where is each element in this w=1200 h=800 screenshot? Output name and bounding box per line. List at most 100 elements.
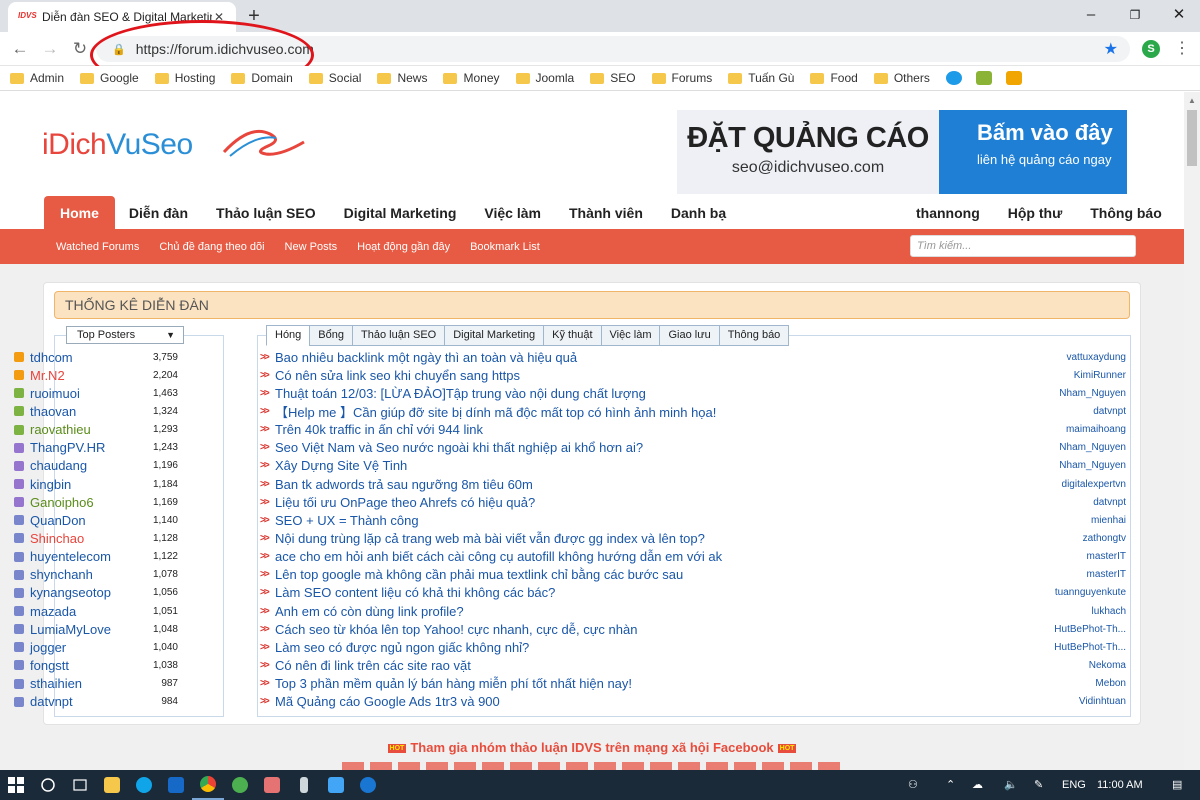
site-logo[interactable]: iDichVuSeo <box>42 128 305 162</box>
bookmark-folder[interactable]: Food <box>810 67 858 89</box>
skype-icon[interactable] <box>128 770 160 800</box>
maximize-button[interactable]: ❐ <box>1120 4 1150 26</box>
nav-digital-marketing[interactable]: Digital Marketing <box>330 196 471 230</box>
poster-name[interactable]: tdhcom <box>30 350 134 365</box>
subnav-watched-forums[interactable]: Watched Forums <box>46 241 149 253</box>
poster-name[interactable]: ruoimuoi <box>30 386 134 401</box>
poster-row[interactable]: Ganoipho6 1,169 <box>14 493 178 511</box>
topic-tab[interactable]: Thông báo <box>718 325 790 346</box>
app-bookmark-icon[interactable] <box>975 71 992 85</box>
subnav-recent-activity[interactable]: Hoạt động gần đây <box>347 241 460 253</box>
tray-chevron-icon[interactable]: ⌃ <box>946 770 955 800</box>
topic-title[interactable]: Có nên đi link trên các site rao vặt <box>275 658 956 673</box>
topic-author[interactable]: datvnpt <box>956 497 1126 508</box>
extension-icon[interactable]: S <box>1142 40 1160 58</box>
topic-author[interactable]: Nham_Nguyen <box>956 388 1126 399</box>
bookmark-folder[interactable]: Google <box>80 67 139 89</box>
app-blue-icon[interactable] <box>320 770 352 800</box>
office-bookmark-icon[interactable] <box>1005 71 1022 85</box>
poster-row[interactable]: kynangseotop 1,056 <box>14 584 178 602</box>
poster-name[interactable]: chaudang <box>30 458 134 473</box>
poster-row[interactable]: sthaihien 987 <box>14 675 178 693</box>
poster-row[interactable]: LumiaMyLove 1,048 <box>14 620 178 638</box>
cloud-bookmark-icon[interactable] <box>945 71 962 85</box>
poster-name[interactable]: ThangPV.HR <box>30 440 134 455</box>
poster-row[interactable]: QuanDon 1,140 <box>14 511 178 529</box>
scroll-up-icon[interactable]: ▲ <box>1188 96 1196 105</box>
topic-author[interactable]: Mebon <box>956 678 1126 689</box>
topic-title[interactable]: Ban tk adwords trả sau ngưỡng 8m tiêu 60… <box>275 477 956 492</box>
topic-tab[interactable]: Kỹ thuật <box>543 325 601 346</box>
paint-icon[interactable] <box>256 770 288 800</box>
bookmark-folder[interactable]: Others <box>873 67 930 89</box>
poster-name[interactable]: mazada <box>30 604 134 619</box>
topic-title[interactable]: Anh em có còn dùng link profile? <box>275 604 956 619</box>
bookmark-folder[interactable]: Forums <box>651 67 712 89</box>
ad-banner[interactable]: ĐẶT QUẢNG CÁO seo@idichvuseo.com Bấm vào… <box>677 110 1127 194</box>
forward-button[interactable]: → <box>38 38 62 60</box>
poster-name[interactable]: jogger <box>30 640 134 655</box>
topic-title[interactable]: 【Help me 】Cần giúp đỡ site bị dính mã độ… <box>275 402 956 421</box>
microphone-icon[interactable] <box>288 770 320 800</box>
zalo-icon[interactable] <box>352 770 384 800</box>
poster-name[interactable]: Mr.N2 <box>30 368 134 383</box>
poster-row[interactable]: Shinchao 1,128 <box>14 529 178 547</box>
topic-author[interactable]: Nekoma <box>956 660 1126 671</box>
poster-name[interactable]: kynangseotop <box>30 585 134 600</box>
topic-title[interactable]: Bao nhiêu backlink một ngày thì an toàn … <box>275 350 956 365</box>
poster-row[interactable]: raovathieu 1,293 <box>14 421 178 439</box>
back-button[interactable]: ← <box>8 38 32 60</box>
topic-tab[interactable]: Việc làm <box>600 325 660 346</box>
close-window-button[interactable]: ✕ <box>1164 4 1194 26</box>
people-icon[interactable]: ⚇ <box>908 770 918 800</box>
poster-name[interactable]: LumiaMyLove <box>30 622 134 637</box>
poster-name[interactable]: datvnpt <box>30 694 134 709</box>
nav-seo-discussion[interactable]: Thảo luận SEO <box>202 196 330 230</box>
topic-title[interactable]: Có nên sửa link seo khi chuyển sang http… <box>275 368 956 383</box>
poster-name[interactable]: raovathieu <box>30 422 134 437</box>
bookmark-folder[interactable]: Social <box>308 67 361 89</box>
nav-members[interactable]: Thành viên <box>555 196 657 230</box>
poster-row[interactable]: mazada 1,051 <box>14 602 178 620</box>
minimize-button[interactable]: – <box>1076 4 1106 26</box>
topic-title[interactable]: Làm seo có được ngủ ngon giấc không nhỉ? <box>275 640 956 655</box>
clock[interactable]: 11:00 AM <box>1097 770 1143 800</box>
top-posters-select[interactable]: Top Posters ▼ <box>66 326 184 344</box>
bookmark-folder[interactable]: Domain <box>231 67 293 89</box>
topic-title[interactable]: ace cho em hỏi anh biết cách cài công cụ… <box>275 549 956 564</box>
poster-row[interactable]: jogger 1,040 <box>14 638 178 656</box>
topic-title[interactable]: Cách seo từ khóa lên top Yahoo! cực nhan… <box>275 622 956 637</box>
topic-author[interactable]: zathongtv <box>956 533 1126 544</box>
subnav-new-posts[interactable]: New Posts <box>275 241 348 253</box>
browser-menu-icon[interactable]: ⋮ <box>1172 38 1192 60</box>
topic-author[interactable]: datvnpt <box>956 406 1126 417</box>
topic-title[interactable]: Trên 40k traffic in ấn chỉ với 944 link <box>275 422 956 437</box>
poster-name[interactable]: Ganoipho6 <box>30 495 134 510</box>
file-explorer-icon[interactable] <box>96 770 128 800</box>
topic-author[interactable]: HutBePhot-Th... <box>956 642 1126 653</box>
nav-jobs[interactable]: Việc làm <box>470 196 555 230</box>
bookmark-folder[interactable]: Admin <box>10 67 64 89</box>
topic-author[interactable]: lukhach <box>956 606 1126 617</box>
start-button[interactable] <box>0 770 32 800</box>
search-icon[interactable] <box>32 770 64 800</box>
poster-name[interactable]: kingbin <box>30 477 134 492</box>
topic-author[interactable]: HutBePhot-Th... <box>956 624 1126 635</box>
topic-title[interactable]: Liệu tối ưu OnPage theo Ahrefs có hiệu q… <box>275 495 956 510</box>
facebook-promo[interactable]: HOT Tham gia nhóm thảo luận IDVS trên mạn… <box>0 740 1184 755</box>
scroll-thumb[interactable] <box>1187 110 1197 166</box>
nav-home[interactable]: Home <box>44 196 115 230</box>
topic-title[interactable]: Lên top google mà không cần phải mua tex… <box>275 567 956 582</box>
topic-title[interactable]: SEO + UX = Thành công <box>275 513 956 528</box>
language-indicator[interactable]: ENG <box>1062 770 1086 800</box>
notifications-icon[interactable]: ▤ <box>1172 770 1182 800</box>
topic-tab[interactable]: Digital Marketing <box>444 325 544 346</box>
search-input[interactable]: Tìm kiếm... <box>910 235 1136 257</box>
poster-name[interactable]: fongstt <box>30 658 134 673</box>
task-view-icon[interactable] <box>64 770 96 800</box>
poster-name[interactable]: shynchanh <box>30 567 134 582</box>
nav-alerts[interactable]: Thông báo <box>1076 196 1176 230</box>
bookmark-folder[interactable]: News <box>377 67 427 89</box>
page-scrollbar[interactable]: ▲ <box>1184 92 1200 770</box>
topic-title[interactable]: Top 3 phần mềm quản lý bán hàng miễn phí… <box>275 676 956 691</box>
